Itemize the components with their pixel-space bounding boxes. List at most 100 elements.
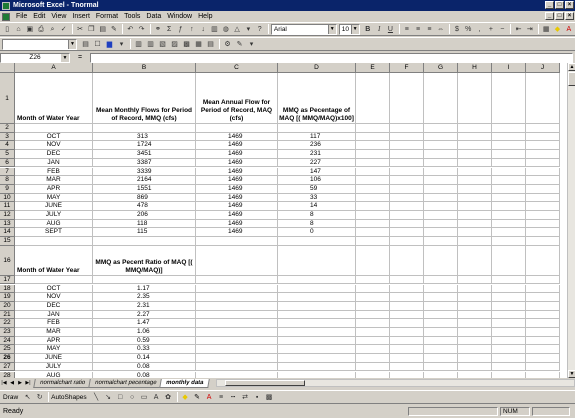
chevron-down-icon[interactable]: ▾ [246, 39, 257, 50]
cell-b19[interactable]: 2.35 [93, 293, 196, 302]
cell-f8[interactable] [390, 176, 424, 185]
open-icon[interactable]: ⌂ [13, 24, 23, 35]
cell-j20[interactable] [526, 301, 560, 311]
function-icon[interactable]: ƒ [175, 24, 185, 35]
font-color-icon[interactable]: A [204, 392, 215, 403]
cell-d26[interactable] [278, 354, 356, 363]
cell-a22[interactable]: FEB [15, 319, 93, 328]
cell-g15[interactable] [424, 237, 458, 246]
select-all-corner[interactable] [0, 63, 15, 73]
menu-tools[interactable]: Tools [121, 13, 143, 20]
cell-j11[interactable] [526, 202, 560, 211]
cell-g21[interactable] [424, 310, 458, 320]
cell-a11[interactable]: JUNE [15, 202, 93, 211]
row-header-11[interactable]: 11 [0, 202, 15, 211]
cell-j17[interactable] [526, 275, 560, 285]
cell-c5[interactable]: 1469 [196, 150, 278, 159]
cell-j22[interactable] [526, 319, 560, 328]
chart-wizard-icon[interactable]: ▥ [209, 24, 219, 35]
cell-i24[interactable] [492, 336, 526, 346]
bold-icon[interactable]: B [363, 24, 373, 35]
toolbar-icon-4[interactable]: ▥ [145, 39, 156, 50]
arrow-icon[interactable]: ↘ [103, 392, 114, 403]
wordart-icon[interactable]: A [151, 392, 162, 403]
cell-c15[interactable] [196, 237, 278, 246]
cell-b25[interactable]: 0.33 [93, 345, 196, 355]
cell-b13[interactable]: 118 [93, 219, 196, 229]
cell-b17[interactable] [93, 275, 196, 285]
cell-a8[interactable]: MAR [15, 176, 93, 185]
cell-c7[interactable]: 1469 [196, 167, 278, 177]
cell-h21[interactable] [458, 310, 492, 320]
menu-view[interactable]: View [48, 13, 69, 20]
zoom-icon[interactable]: ▾ [243, 24, 253, 35]
cell-i12[interactable] [492, 211, 526, 220]
cell-i11[interactable] [492, 202, 526, 211]
cell-i9[interactable] [492, 184, 526, 194]
row-header-6[interactable]: 6 [0, 158, 15, 168]
column-header-b[interactable]: B [93, 63, 196, 73]
cell-h24[interactable] [458, 336, 492, 346]
cell-b11[interactable]: 478 [93, 202, 196, 211]
font-size-combo[interactable]: 10 ▼ [338, 23, 360, 35]
fill-color-icon[interactable]: ◆ [552, 24, 562, 35]
cell-g18[interactable] [424, 284, 458, 294]
cell-b5[interactable]: 3451 [93, 150, 196, 159]
toolbar-icon-3[interactable]: ▥ [133, 39, 144, 50]
cell-j27[interactable] [526, 362, 560, 372]
cell-e23[interactable] [356, 328, 390, 337]
toolbar-icon-6[interactable]: ▨ [169, 39, 180, 50]
line-style-icon[interactable]: ≡ [216, 392, 227, 403]
rectangle-icon[interactable]: □ [115, 392, 126, 403]
cell-h18[interactable] [458, 284, 492, 294]
cell-a12[interactable]: JULY [15, 211, 93, 220]
row-header-22[interactable]: 22 [0, 319, 15, 328]
clipart-icon[interactable]: ✿ [163, 392, 174, 403]
cell-d4[interactable]: 236 [278, 141, 356, 151]
column-header-c[interactable]: C [196, 63, 278, 73]
cell-f1[interactable] [390, 73, 424, 124]
menu-format[interactable]: Format [93, 13, 121, 20]
style-combo[interactable]: ▼ [2, 38, 77, 50]
cell-a3[interactable]: OCT [15, 132, 93, 142]
increase-indent-icon[interactable]: ⇥ [525, 24, 535, 35]
select-objects-icon[interactable]: ↖ [22, 392, 33, 403]
cell-b21[interactable]: 2.27 [93, 310, 196, 320]
cell-h1[interactable] [458, 73, 492, 124]
cell-h7[interactable] [458, 167, 492, 177]
cell-a15[interactable] [15, 237, 93, 246]
menu-help[interactable]: Help [195, 13, 215, 20]
autoshapes-menu[interactable]: AutoShapes [51, 394, 86, 401]
font-color-icon[interactable]: A [564, 24, 574, 35]
cell-b10[interactable]: 869 [93, 193, 196, 203]
cell-e7[interactable] [356, 167, 390, 177]
cell-e9[interactable] [356, 184, 390, 194]
cell-b7[interactable]: 3339 [93, 167, 196, 177]
cell-j1[interactable] [526, 73, 560, 124]
cell-a23[interactable]: MAR [15, 328, 93, 337]
cell-j8[interactable] [526, 176, 560, 185]
first-sheet-icon[interactable]: |◀ [0, 379, 8, 387]
row-header-7[interactable]: 7 [0, 167, 15, 177]
cell-h20[interactable] [458, 301, 492, 311]
cell-f12[interactable] [390, 211, 424, 220]
cell-i25[interactable] [492, 345, 526, 355]
cell-f16[interactable] [390, 245, 424, 276]
prev-sheet-icon[interactable]: ◀ [8, 379, 16, 387]
cell-g2[interactable] [424, 124, 458, 133]
cell-j4[interactable] [526, 141, 560, 151]
cell-e12[interactable] [356, 211, 390, 220]
cell-a14[interactable]: SEPT [15, 228, 93, 238]
cell-i26[interactable] [492, 354, 526, 363]
hyperlink-icon[interactable]: ⚭ [153, 24, 163, 35]
cell-g17[interactable] [424, 275, 458, 285]
cell-j23[interactable] [526, 328, 560, 337]
cell-g5[interactable] [424, 150, 458, 159]
toolbar-icon-2[interactable]: ☐ [92, 39, 103, 50]
row-header-15[interactable]: 15 [0, 237, 15, 246]
menu-window[interactable]: Window [164, 13, 195, 20]
cell-e26[interactable] [356, 354, 390, 363]
menu-insert[interactable]: Insert [69, 13, 93, 20]
cell-a6[interactable]: JAN [15, 158, 93, 168]
cell-a7[interactable]: FEB [15, 167, 93, 177]
